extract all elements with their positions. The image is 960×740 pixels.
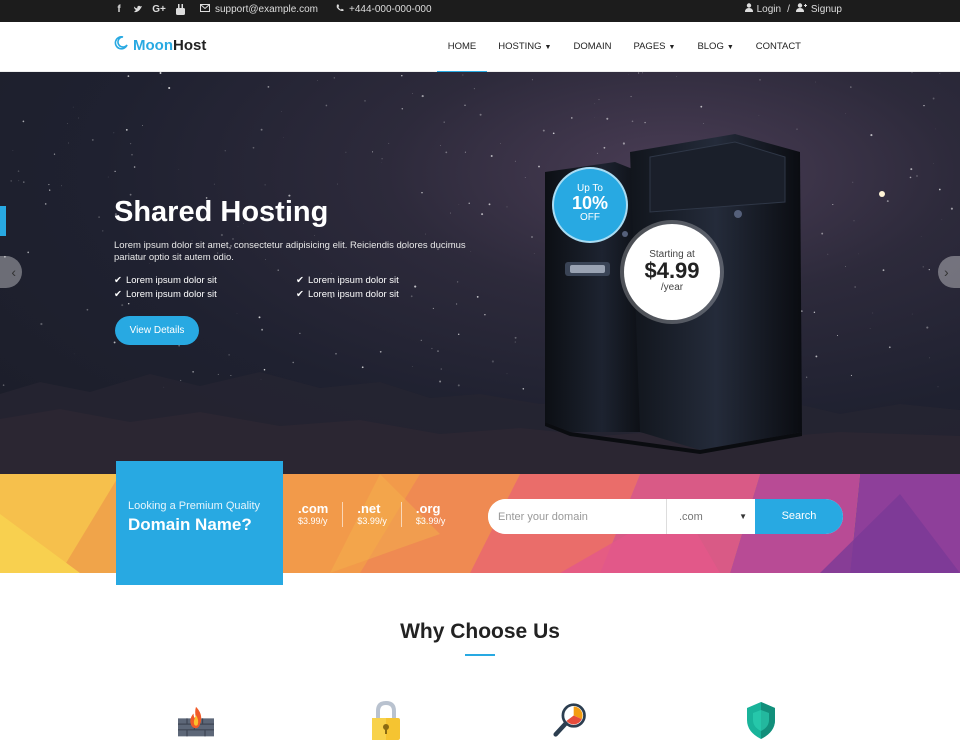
caret-down-icon: ▼ [544,44,552,51]
firewall-icon [178,706,214,737]
nav-hosting-label: HOSTING [498,41,542,52]
why-choose-section: Why Choose Us [0,620,960,656]
tld-select[interactable]: .com ▼ [666,499,755,534]
caret-down-icon: ▼ [668,44,676,51]
signup-link[interactable]: Signup [795,3,842,17]
nav-blog[interactable]: BLOG ▼ [686,22,744,72]
phone-contact[interactable]: +444-000-000-000 [336,3,432,17]
feature-item: ✔ Lorem ipsum dolor sit [296,289,446,300]
section-title: Why Choose Us [400,620,560,643]
title-underline [465,654,495,656]
domain-promo-heading: Domain Name? [128,515,252,534]
hero-slider: ‹ › Shared Hosting Lorem ipsum dolor sit… [0,72,960,474]
twitter-icon[interactable] [133,4,143,16]
youtube-icon[interactable] [175,4,185,16]
nav-home-label: HOME [447,41,477,52]
discount-badge: Up To 10% OFF [552,167,628,243]
chevron-left-icon: ‹ [11,264,16,280]
nav-pages-label: PAGES [633,41,666,52]
discount-line3: OFF [580,212,600,223]
domain-search-form: .com ▼ Search [488,499,843,534]
google-plus-icon[interactable]: G+ [152,4,166,16]
feature-text: Lorem ipsum dolor sit [307,275,399,286]
login-label: Login [756,4,782,15]
tld-name: .com [298,501,329,516]
moon-icon [114,36,128,54]
domain-promo-question: Looking a Premium Quality [128,500,261,512]
view-details-button[interactable]: View Details [115,316,199,345]
tld-price: $3.99/y [298,516,328,526]
nav-domain[interactable]: DOMAIN [562,22,622,72]
hero-title: Shared Hosting [114,196,329,228]
user-icon [744,3,753,17]
nav-blog-label: BLOG [697,41,724,52]
discount-value: 10% [571,193,609,213]
nav-pages[interactable]: PAGES ▼ [622,22,686,72]
nav-domain-label: DOMAIN [573,41,612,52]
chevron-right-icon: › [944,264,949,280]
auth-separator: / [787,4,790,15]
shield-icon [747,702,775,739]
contact-info: support@example.com +444-000-000-000 [200,3,432,17]
domain-promo-box: Looking a Premium Quality Domain Name? [116,461,283,585]
phone-icon [336,3,344,17]
logo-text-moon: Moon [133,36,173,54]
tld-name: .org [415,501,441,516]
nav-home[interactable]: HOME [436,22,488,73]
price-period: /year [660,282,684,293]
email-contact[interactable]: support@example.com [200,3,318,17]
lock-icon [372,700,400,740]
tld-name: .net [357,501,381,516]
auth-links: Login / Signup [744,3,842,17]
check-icon: ✔ [114,289,122,300]
caret-down-icon: ▼ [739,512,747,521]
nav-hosting[interactable]: HOSTING ▼ [487,22,562,72]
main-navbar: Moon Host HOME HOSTING ▼ DOMAIN PAGES ▼ BLO… [0,22,960,73]
nav-contact[interactable]: CONTACT [745,22,812,72]
top-bar: f G+ support@example.com +444-000-000-00… [0,0,960,22]
email-text: support@example.com [215,4,318,15]
user-plus-icon [795,3,807,17]
domain-search-input[interactable] [488,499,666,534]
domain-search-button[interactable]: Search [755,499,843,534]
feature-item: ✔ Lorem ipsum dolor sit [296,275,446,286]
nav-contact-label: CONTACT [755,41,801,52]
social-links: f G+ [114,4,185,16]
check-icon: ✔ [296,275,304,286]
tld-price: $3.99/y [357,516,387,526]
feature-item: ✔ Lorem ipsum dolor sit [114,275,296,286]
feature-text: Lorem ipsum dolor sit [307,289,399,300]
tld-item: .net $3.99/y [342,502,401,527]
feature-text: Lorem ipsum dolor sit [125,275,217,286]
phone-text: +444-000-000-000 [348,4,432,15]
tld-item: .com $3.99/y [298,502,342,527]
hero-feature-list: ✔ Lorem ipsum dolor sit ✔ Lorem ipsum dolo… [114,275,414,300]
signup-label: Signup [810,4,842,15]
login-link[interactable]: Login [744,3,782,17]
site-logo[interactable]: Moon Host [114,36,206,54]
main-menu: HOME HOSTING ▼ DOMAIN PAGES ▼ BLOG ▼ CONTAC… [436,22,812,73]
caret-down-icon: ▼ [726,44,734,51]
check-icon: ✔ [296,289,304,300]
price-value: $4.99 [644,258,700,283]
tld-select-value: .com [679,510,703,523]
feature-text: Lorem ipsum dolor sit [125,289,217,300]
feature-item: ✔ Lorem ipsum dolor sit [114,289,296,300]
check-icon: ✔ [114,275,122,286]
slide-indicator-tab[interactable] [0,206,6,236]
price-badge: Starting at $4.99 /year [624,224,720,320]
tld-price: $3.99/y [415,516,446,526]
facebook-icon[interactable]: f [114,4,124,16]
hero-description: Lorem ipsum dolor sit amet, consectetur … [114,240,466,263]
logo-text-host: Host [172,36,207,54]
tld-price-list: .com $3.99/y .net $3.99/y .org $3.99/y [298,502,459,527]
tld-item: .org $3.99/y [400,501,460,527]
analytics-magnifier-icon [553,703,586,737]
envelope-icon [200,3,210,17]
